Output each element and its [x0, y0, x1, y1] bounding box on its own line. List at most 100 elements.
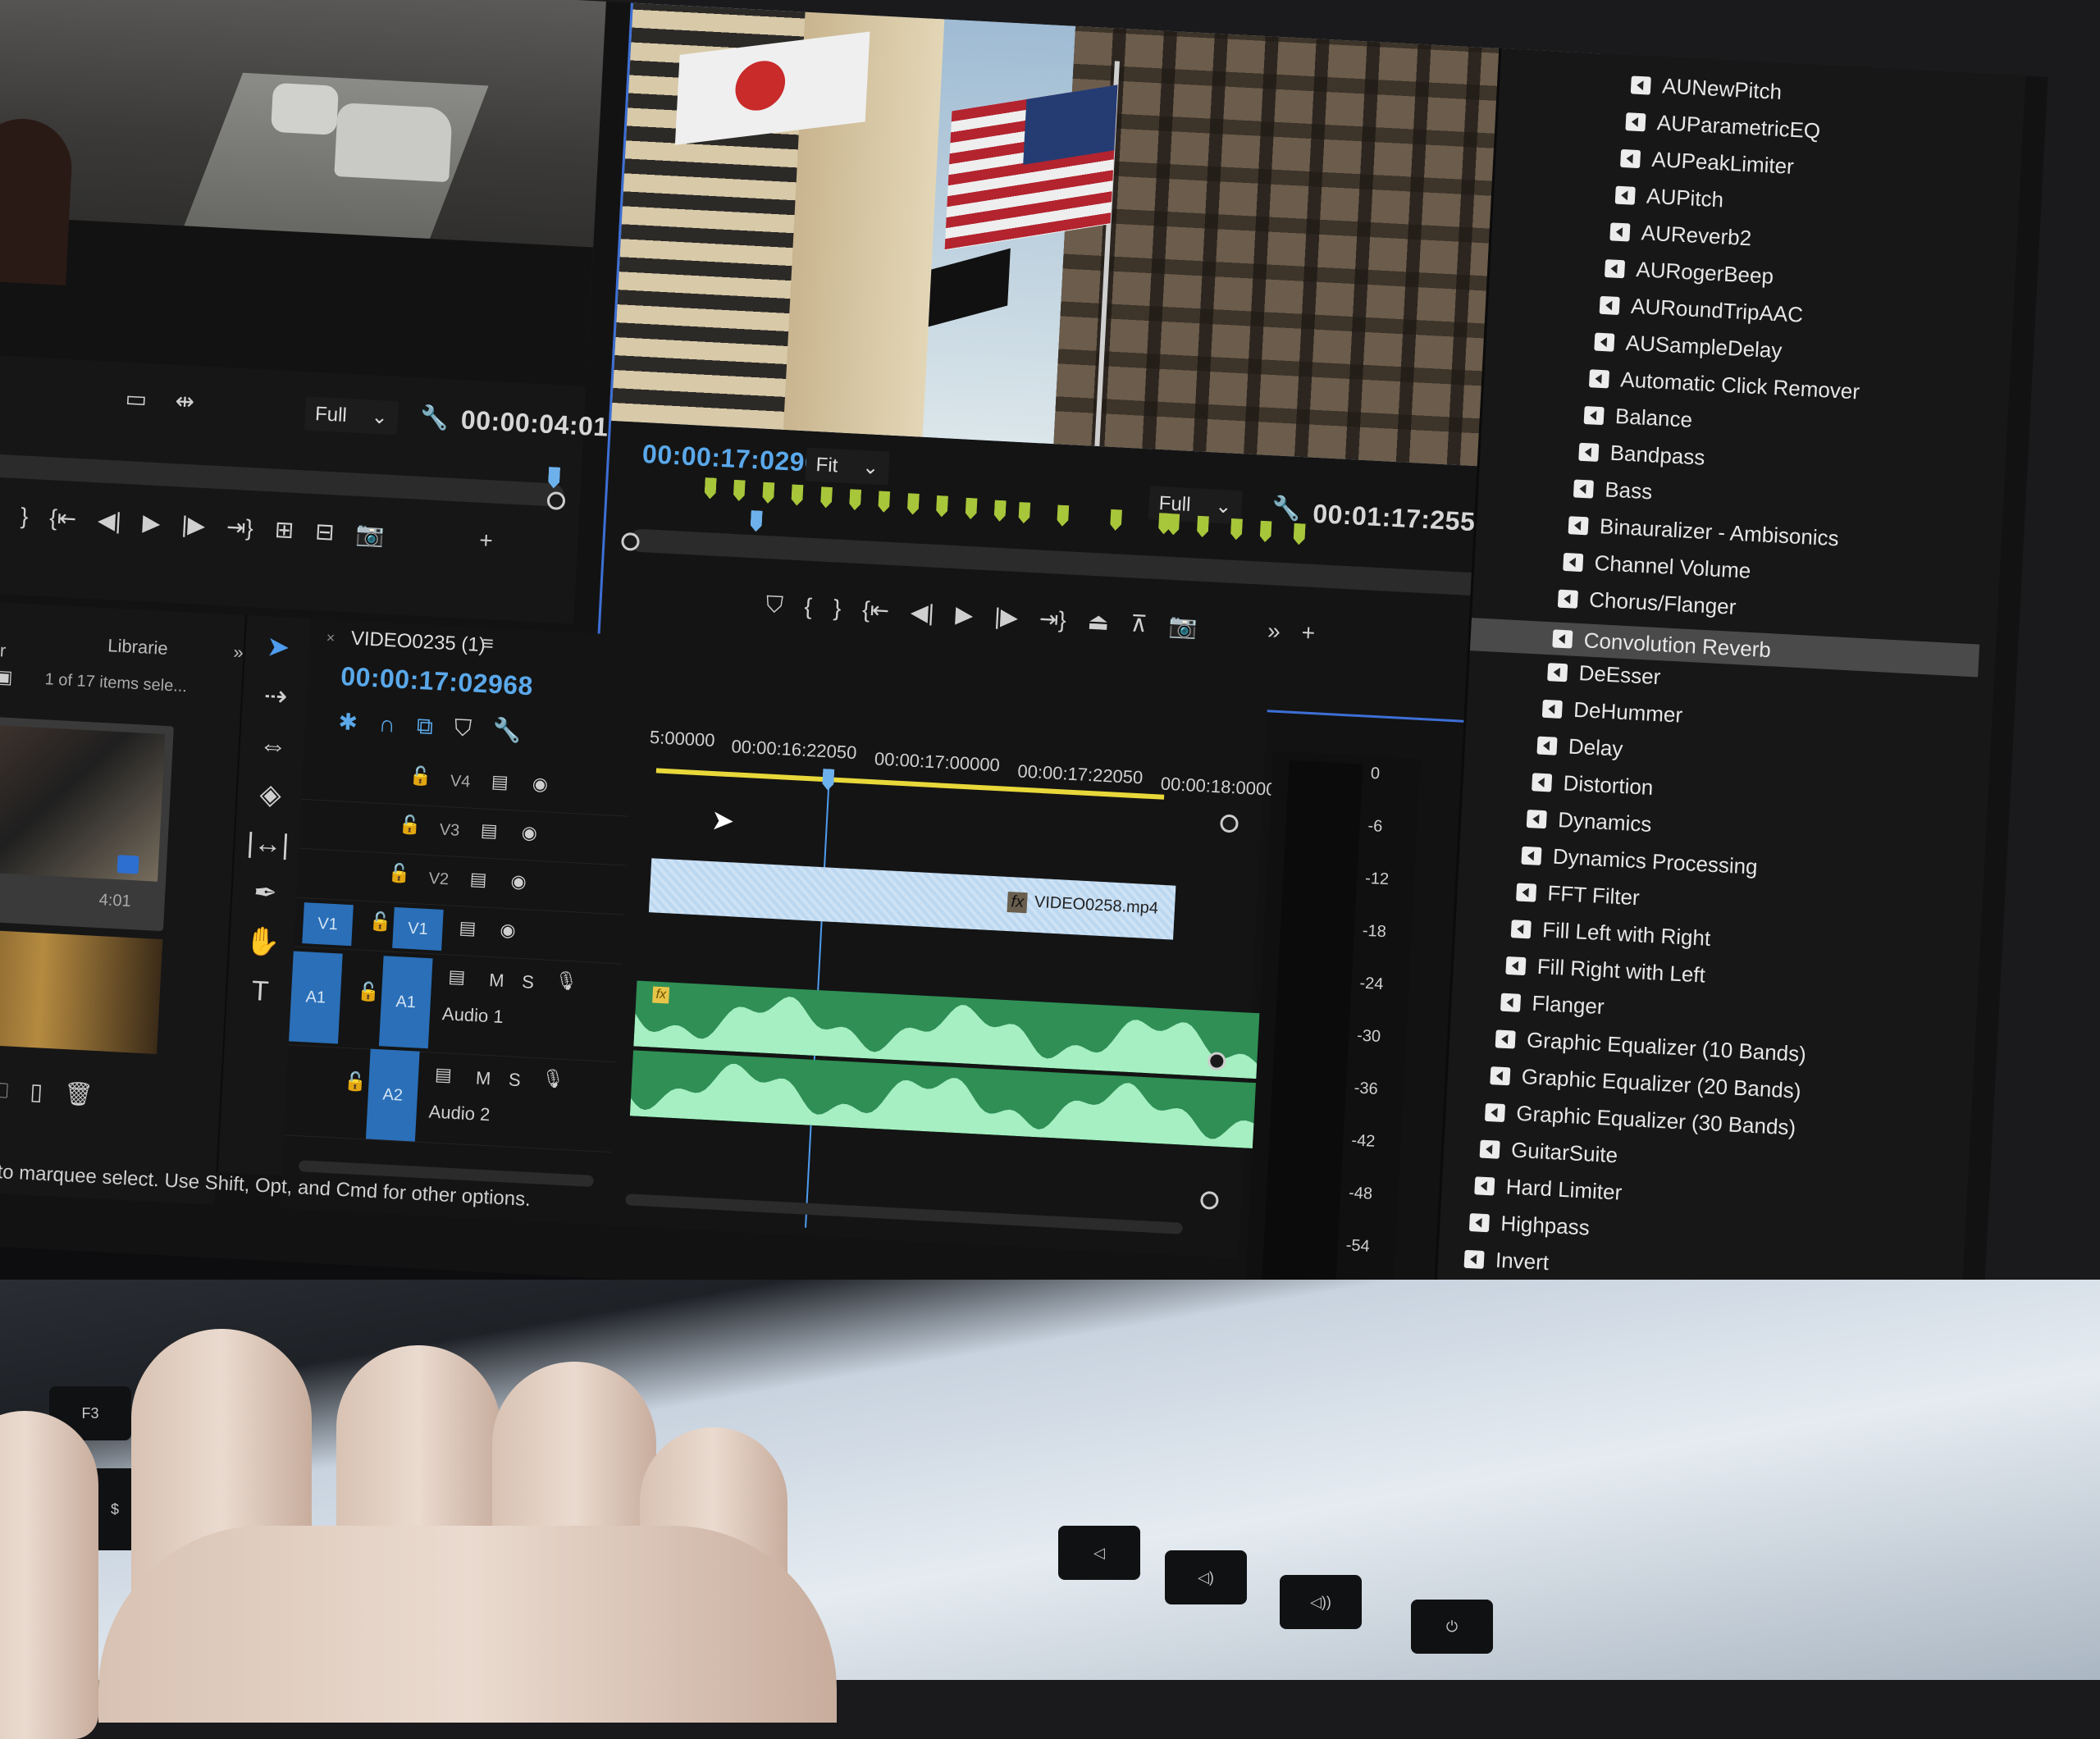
- lock-icon[interactable]: 🔓: [368, 911, 392, 932]
- effect-item[interactable]: Flanger: [1500, 989, 1605, 1020]
- effect-item[interactable]: AUParametricEQ: [1625, 108, 1821, 144]
- effect-item[interactable]: Binauralizer - Ambisonics: [1568, 512, 1839, 551]
- program-zoom-dropdown[interactable]: Fit ⌄: [805, 447, 890, 486]
- sequence-marker[interactable]: [1057, 504, 1069, 527]
- clip-thumbnail[interactable]: Maps 4:01: [0, 714, 174, 932]
- camera-icon[interactable]: 📷: [1168, 613, 1198, 640]
- play-icon[interactable]: ▶: [142, 509, 161, 536]
- sequence-marker[interactable]: [1259, 521, 1271, 543]
- effect-item[interactable]: Chorus/Flanger: [1557, 586, 1737, 620]
- solo-button[interactable]: S: [508, 1069, 521, 1091]
- mute-button[interactable]: M: [489, 970, 505, 992]
- panel-menu-icon[interactable]: ≡: [482, 632, 494, 656]
- program-playhead[interactable]: [750, 510, 762, 532]
- effect-item[interactable]: Bass: [1573, 475, 1653, 504]
- more-icon[interactable]: »: [1267, 618, 1281, 644]
- go-to-in-icon[interactable]: {⇤: [49, 504, 77, 532]
- mark-in-icon[interactable]: {: [804, 594, 813, 619]
- sequence-marker[interactable]: [791, 484, 803, 506]
- add-marker-icon[interactable]: ⛉: [454, 714, 472, 741]
- sequence-marker[interactable]: [1110, 509, 1122, 532]
- effect-item[interactable]: Fill Left with Right: [1510, 915, 1711, 952]
- effect-item[interactable]: Convolution Reverb: [1469, 618, 1980, 678]
- mark-out-icon[interactable]: }: [833, 595, 842, 620]
- effect-item[interactable]: AUPitch: [1614, 182, 1724, 213]
- clip-thumbnail[interactable]: [0, 926, 163, 1054]
- sequence-marker[interactable]: [993, 500, 1006, 523]
- effect-item[interactable]: Graphic Equalizer (20 Bands): [1490, 1062, 1801, 1104]
- snap-icon[interactable]: ∩: [378, 711, 396, 737]
- step-back-icon[interactable]: ◀|: [910, 599, 934, 625]
- go-to-in-icon[interactable]: {⇤: [861, 596, 889, 623]
- nest-icon[interactable]: ✱: [338, 709, 358, 735]
- effect-item[interactable]: Highpass: [1468, 1209, 1591, 1241]
- lock-icon[interactable]: 🔓: [357, 981, 381, 1002]
- trash-icon[interactable]: 🗑: [63, 1080, 94, 1107]
- effect-item[interactable]: Graphic Equalizer (10 Bands): [1495, 1025, 1807, 1067]
- solo-button[interactable]: S: [522, 971, 535, 993]
- pen-icon[interactable]: ✒: [232, 877, 299, 909]
- effect-item[interactable]: AURogerBeep: [1605, 255, 1774, 290]
- hand-icon[interactable]: ✋: [229, 925, 296, 958]
- sequence-marker[interactable]: [1197, 516, 1209, 538]
- effect-item[interactable]: Automatic Click Remover: [1588, 365, 1860, 404]
- insert-icon[interactable]: ⊞: [274, 517, 294, 543]
- effect-item[interactable]: GuitarSuite: [1479, 1136, 1618, 1169]
- go-to-out-icon[interactable]: ⇥}: [226, 514, 253, 541]
- microphone-icon[interactable]: 🎙: [541, 1068, 564, 1089]
- mark-out-icon[interactable]: }: [20, 503, 29, 528]
- sync-lock-icon[interactable]: ▤: [491, 771, 509, 792]
- sequence-marker[interactable]: [1230, 518, 1243, 541]
- eye-icon[interactable]: ◉: [500, 920, 516, 941]
- play-icon[interactable]: ▶: [955, 601, 974, 628]
- vertical-zoom-handle[interactable]: [1199, 1190, 1219, 1210]
- eye-icon[interactable]: ◉: [510, 870, 527, 892]
- linked-selection-icon[interactable]: ⧉: [416, 713, 434, 739]
- sync-lock-icon[interactable]: ▤: [448, 965, 466, 987]
- key-f11[interactable]: ◁): [1165, 1550, 1247, 1604]
- effect-item[interactable]: Invert: [1463, 1246, 1550, 1276]
- source-resolution-dropdown[interactable]: Full ⌄: [304, 396, 399, 436]
- sequence-marker[interactable]: [1293, 523, 1305, 545]
- effect-item[interactable]: Balance: [1583, 402, 1693, 433]
- effect-item[interactable]: Channel Volume: [1563, 549, 1751, 584]
- sequence-marker[interactable]: [1167, 513, 1180, 536]
- sequence-marker[interactable]: [762, 482, 774, 504]
- tab-media-browser[interactable]: Media Browser: [0, 615, 43, 663]
- overwrite-icon[interactable]: ⊟: [314, 518, 335, 545]
- effect-item[interactable]: AUReverb2: [1609, 218, 1752, 251]
- bin-icon[interactable]: ▣: [0, 666, 13, 687]
- key-f10[interactable]: ◁: [1058, 1526, 1140, 1580]
- source-patch-a1[interactable]: A1: [289, 951, 343, 1044]
- ripple-edit-icon[interactable]: ⇔: [240, 729, 307, 762]
- track-select-forward-icon[interactable]: ⇢: [242, 680, 309, 712]
- lock-icon[interactable]: 🔓: [387, 862, 411, 883]
- effect-item[interactable]: Delay: [1536, 733, 1623, 762]
- sequence-marker[interactable]: [878, 491, 890, 513]
- vertical-zoom-handle[interactable]: [1219, 814, 1239, 833]
- sync-lock-icon[interactable]: ▤: [480, 819, 498, 841]
- effect-item[interactable]: FFT Filter: [1516, 879, 1640, 911]
- wrench-icon[interactable]: 🔧: [492, 717, 522, 744]
- step-forward-icon[interactable]: |▶: [993, 604, 1018, 630]
- effect-item[interactable]: AUPeakLimiter: [1620, 145, 1795, 180]
- mute-button[interactable]: M: [475, 1067, 491, 1089]
- add-marker-icon[interactable]: ⛉: [765, 591, 784, 618]
- source-zoom-handle[interactable]: [546, 491, 566, 511]
- insert-icon[interactable]: ⇹: [175, 388, 195, 414]
- lift-icon[interactable]: ⏏: [1087, 609, 1110, 635]
- effect-item[interactable]: DeHummer: [1541, 696, 1683, 728]
- sync-lock-icon[interactable]: ▤: [469, 869, 487, 890]
- add-button-icon[interactable]: +: [1301, 619, 1316, 646]
- lock-icon[interactable]: 🔓: [344, 1070, 368, 1092]
- camera-icon[interactable]: 📷: [355, 521, 385, 548]
- time-ruler[interactable]: 5:00000 00:00:16:22050 00:00:17:00000 00:00…: [648, 727, 1276, 809]
- key-f12[interactable]: ◁)): [1280, 1575, 1362, 1629]
- effect-item[interactable]: AUNewPitch: [1630, 71, 1783, 105]
- add-button-icon[interactable]: +: [479, 527, 494, 554]
- microphone-icon[interactable]: 🎙: [555, 970, 578, 991]
- sync-lock-icon[interactable]: ▤: [435, 1064, 453, 1085]
- sequence-marker[interactable]: [820, 486, 833, 509]
- eye-icon[interactable]: ◉: [532, 773, 548, 794]
- effect-item[interactable]: Hard Limiter: [1474, 1172, 1623, 1205]
